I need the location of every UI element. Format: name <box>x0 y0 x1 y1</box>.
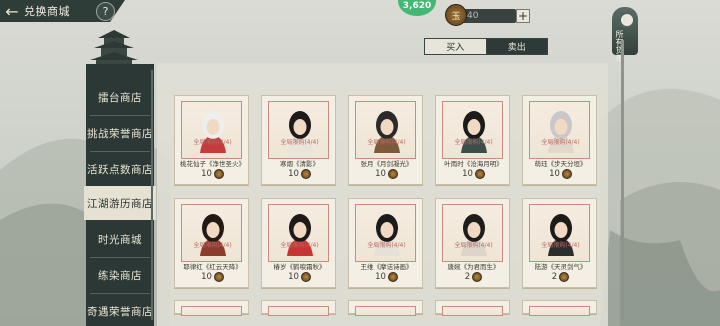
item-card-partial[interactable] <box>348 300 423 316</box>
coin-icon <box>559 272 570 282</box>
item-name: 陆游《天灵剑气》 <box>534 263 587 271</box>
item-name: 桃花仙子《净世圣火》 <box>180 160 245 168</box>
item-price: 10 <box>175 272 250 282</box>
item-name: 萌珏《步天分垣》 <box>534 160 587 168</box>
item-card[interactable]: 全局限购(4/4) 张月《月剑凝光》 10 <box>348 95 423 185</box>
currency-toggle-icon[interactable] <box>619 12 635 28</box>
character-frame: 全局限购(4/4) <box>442 204 503 262</box>
coin-icon <box>474 169 485 179</box>
item-name: 唐婉《为君而生》 <box>447 263 500 271</box>
page-title: 兑换商城 <box>24 5 70 18</box>
item-price: 10 <box>349 169 424 179</box>
price-value: 2 <box>551 272 558 282</box>
help-icon[interactable]: ? <box>96 2 115 21</box>
item-card[interactable]: 全局限购(4/4) 唐婉《为君而生》 2 <box>435 198 510 288</box>
coin-icon <box>300 169 311 179</box>
character-frame: 全局限购(4/4) <box>268 101 329 159</box>
item-card-partial[interactable] <box>522 300 597 316</box>
sidebar-item-adventure-honor[interactable]: 奇遇荣誉商店 <box>86 294 154 326</box>
character-frame: 全局限购(4/4) <box>181 204 242 262</box>
purchase-limit-label: 全局限购(4/4) <box>541 139 580 146</box>
character-frame: 全局限购(4/4) <box>529 204 590 262</box>
item-name: 耶律红《红云天降》 <box>183 263 242 271</box>
price-value: 2 <box>464 272 471 282</box>
purchase-limit-label: 全局限购(4/4) <box>280 242 319 249</box>
item-card[interactable]: 全局限购(4/4) 陆游《天灵剑气》 2 <box>522 198 597 288</box>
right-scroll-rail <box>621 40 624 320</box>
purchase-limit-label: 全局限购(4/4) <box>193 139 232 146</box>
coin-icon <box>387 272 398 282</box>
item-name: 叶雨时《沧海月明》 <box>444 160 503 168</box>
trade-tabs: 买入 卖出 <box>424 38 548 55</box>
sidebar-item-activity-points[interactable]: 活跃点数商店 <box>86 152 154 186</box>
price-value: 10 <box>288 272 299 282</box>
item-name: 椿岁《鹤唳霜秋》 <box>273 263 326 271</box>
pagoda-icon <box>90 30 138 66</box>
price-value: 10 <box>201 169 212 179</box>
price-value: 10 <box>288 169 299 179</box>
item-price: 10 <box>175 169 250 179</box>
price-value: 10 <box>375 169 386 179</box>
item-card[interactable]: 全局限购(4/4) 寒烟《清影》 10 <box>261 95 336 185</box>
purchase-limit-label: 全局限购(4/4) <box>280 139 319 146</box>
item-card-partial[interactable] <box>174 300 249 316</box>
sidebar-item-time-shop[interactable]: 时光商城 <box>86 222 154 256</box>
purchase-limit-label: 全局限购(4/4) <box>454 242 493 249</box>
item-card[interactable]: 全局限购(4/4) 桃花仙子《净世圣火》 10 <box>174 95 249 185</box>
item-name: 王维《摩诘诗画》 <box>360 263 413 271</box>
item-price: 2 <box>436 272 511 282</box>
item-card[interactable]: 全局限购(4/4) 萌珏《步天分垣》 10 <box>522 95 597 185</box>
item-price: 10 <box>262 272 337 282</box>
item-name: 张月《月剑凝光》 <box>360 160 413 168</box>
character-frame: 全局限购(4/4) <box>181 101 242 159</box>
item-card-partial[interactable] <box>261 300 336 316</box>
item-price: 10 <box>523 169 598 179</box>
coin-icon <box>300 272 311 282</box>
purchase-limit-label: 全局限购(4/4) <box>193 242 232 249</box>
price-value: 10 <box>375 272 386 282</box>
coin-icon <box>213 272 224 282</box>
price-value: 10 <box>462 169 473 179</box>
purchase-limit-label: 全局限购(4/4) <box>541 242 580 249</box>
item-card[interactable]: 全局限购(4/4) 王维《摩诘诗画》 10 <box>348 198 423 288</box>
character-frame: 全局限购(4/4) <box>529 101 590 159</box>
sidebar-item-dye-shop[interactable]: 练染商店 <box>86 258 154 292</box>
add-currency-button[interactable]: + <box>516 9 530 23</box>
sidebar-item-challenge-honor[interactable]: 挑战荣誉商店 <box>86 116 154 150</box>
character-frame: 全局限购(4/4) <box>355 204 416 262</box>
character-frame: 全局限购(4/4) <box>442 101 503 159</box>
price-value: 10 <box>201 272 212 282</box>
coin-icon <box>387 169 398 179</box>
item-price: 10 <box>436 169 511 179</box>
item-name: 寒烟《清影》 <box>280 160 319 168</box>
currency-coin-icon: 玉 <box>445 4 467 26</box>
purchase-limit-label: 全局限购(4/4) <box>367 242 406 249</box>
purchase-limit-label: 全局限购(4/4) <box>454 139 493 146</box>
item-price: 10 <box>349 272 424 282</box>
coin-icon <box>472 272 483 282</box>
tab-sell[interactable]: 卖出 <box>486 39 547 54</box>
sidebar-item-jianghu-travel[interactable]: 江湖游历商店 <box>84 186 156 220</box>
character-frame: 全局限购(4/4) <box>268 204 329 262</box>
sidebar-scrollbar[interactable] <box>151 70 153 320</box>
item-card[interactable]: 全局限购(4/4) 叶雨时《沧海月明》 10 <box>435 95 510 185</box>
tab-buy[interactable]: 买入 <box>425 39 487 54</box>
coin-icon <box>213 169 224 179</box>
sidebar-item-arena[interactable]: 擂台商店 <box>86 80 154 114</box>
item-card[interactable]: 全局限购(4/4) 椿岁《鹤唳霜秋》 10 <box>261 198 336 288</box>
item-price: 2 <box>523 272 598 282</box>
price-value: 10 <box>549 169 560 179</box>
coin-icon <box>561 169 572 179</box>
item-price: 10 <box>262 169 337 179</box>
purchase-limit-label: 全局限购(4/4) <box>367 139 406 146</box>
item-card-partial[interactable] <box>435 300 510 316</box>
back-arrow-icon[interactable]: ← <box>0 0 24 22</box>
item-card[interactable]: 全局限购(4/4) 耶律红《红云天降》 10 <box>174 198 249 288</box>
character-frame: 全局限购(4/4) <box>355 101 416 159</box>
